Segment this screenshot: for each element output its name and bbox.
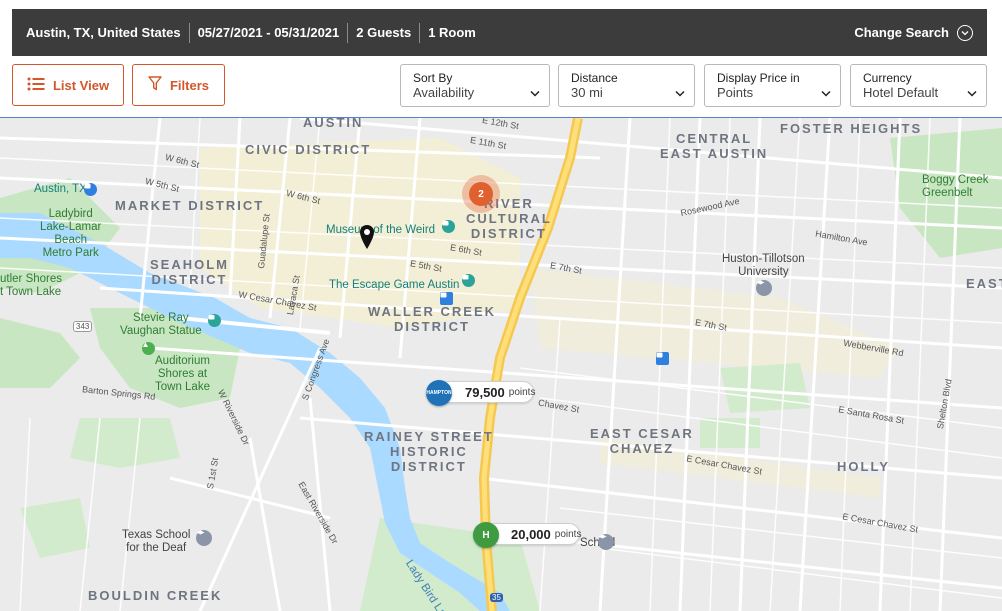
- dropdown-value: Points: [717, 85, 754, 100]
- chevron-down-icon: [957, 24, 973, 41]
- district-label-waller-creek: WALLER CREEK DISTRICT: [368, 304, 496, 334]
- interstate-35-shield: 35: [490, 593, 503, 602]
- divider: [347, 22, 349, 43]
- dropdown-label: Display Price in: [717, 71, 800, 85]
- poi-boggy-creek-greenbelt: Boggy Creek Greenbelt: [922, 174, 989, 199]
- poi-stevie-ray-statue: Stevie Ray Vaughan Statue: [120, 312, 202, 337]
- district-label-east-cesar-chavez: EAST CESAR CHAVEZ: [590, 426, 694, 456]
- poi-museum-of-the-weird: Museum of the Weird: [326, 224, 436, 236]
- results-toolbar: List View Filters Sort By Availability D…: [0, 62, 1002, 118]
- search-location: Austin, TX, United States: [26, 25, 181, 40]
- district-label-civic: CIVIC DISTRICT: [245, 142, 372, 157]
- hotel-brand-label: HAMPTON: [426, 390, 452, 396]
- district-label-rainey-street: RAINEY STREET HISTORIC DISTRICT: [364, 429, 494, 474]
- divider: [419, 22, 421, 43]
- dropdown-label: Currency: [863, 71, 912, 85]
- sort-by-dropdown[interactable]: Sort By Availability: [400, 64, 550, 107]
- bus-icon: [656, 352, 669, 365]
- park-icon: [142, 342, 155, 355]
- district-label-central-east: CENTRAL EAST AUSTIN: [660, 131, 769, 161]
- search-dates: 05/27/2021 - 05/31/2021: [197, 25, 340, 40]
- camera-icon: [442, 220, 455, 233]
- poi-austin-tx-station: Austin, TX: [34, 183, 87, 195]
- poi-butler-shores: utler Shores t Town Lake: [0, 273, 63, 298]
- camera-icon: [208, 314, 221, 327]
- hotel-cluster-marker[interactable]: 2: [462, 175, 500, 213]
- poi-huston-tillotson: Huston-Tillotson University: [722, 253, 805, 278]
- district-label-market: MARKET DISTRICT: [115, 198, 265, 213]
- hotel-brand-label: H: [482, 529, 490, 541]
- display-price-dropdown[interactable]: Display Price in Points: [704, 64, 841, 107]
- change-search-label: Change Search: [854, 25, 949, 40]
- dropdown-label: Sort By: [413, 71, 453, 85]
- chevron-down-icon: [530, 84, 540, 102]
- list-view-label: List View: [52, 77, 110, 93]
- school-icon: [196, 530, 212, 546]
- dropdown-value: Availability: [413, 85, 475, 100]
- chevron-down-icon: [967, 84, 977, 102]
- poi-auditorium-shores: Auditorium Shores at Town Lake: [155, 355, 210, 393]
- poi-ladybird-park: Ladybird Lake-Lamar Beach Metro Park: [40, 208, 102, 259]
- bus-icon: [440, 292, 453, 305]
- list-icon: [27, 77, 45, 94]
- filters-label: Filters: [169, 77, 209, 93]
- hotel-points-unit: points: [554, 528, 582, 540]
- poi-texas-school-for-the-deaf: Texas School for the Deaf: [122, 529, 191, 554]
- list-view-button[interactable]: List View: [12, 64, 124, 106]
- school-icon: [756, 280, 772, 296]
- distance-dropdown[interactable]: Distance 30 mi: [558, 64, 695, 107]
- district-label-holly: HOLLY: [837, 459, 890, 474]
- district-label-foster-heights: FOSTER HEIGHTS: [780, 121, 923, 136]
- map-canvas[interactable]: AUSTIN CIVIC DISTRICT MARKET DISTRICT SE…: [0, 118, 1002, 611]
- divider: [188, 22, 190, 43]
- dropdown-label: Distance: [571, 71, 618, 85]
- search-guests: 2 Guests: [356, 25, 412, 40]
- hotel-price-marker[interactable]: 79,500 points: [438, 381, 536, 403]
- search-summary-bar: Austin, TX, United States 05/27/2021 - 0…: [12, 9, 987, 56]
- chevron-down-icon: [821, 84, 831, 102]
- district-label-east: EAST: [966, 276, 1002, 291]
- hampton-brand-pin-icon[interactable]: HAMPTON: [426, 380, 452, 406]
- route-343-shield: 343: [73, 321, 93, 332]
- poi-escape-game-austin: The Escape Game Austin: [329, 279, 460, 291]
- dropdown-value: Hotel Default: [863, 85, 939, 100]
- dropdown-value: 30 mi: [571, 85, 603, 100]
- currency-dropdown[interactable]: Currency Hotel Default: [850, 64, 987, 107]
- hotel-points-unit: points: [508, 386, 536, 398]
- chevron-down-icon: [675, 84, 685, 102]
- school-icon: [598, 534, 614, 550]
- district-label-bouldin-creek: BOULDIN CREEK: [88, 588, 223, 603]
- hotel-points-value: 20,000: [511, 526, 551, 542]
- search-rooms: 1 Room: [428, 25, 476, 40]
- filters-button[interactable]: Filters: [132, 64, 225, 106]
- filter-icon: [148, 76, 162, 94]
- district-label-austin: AUSTIN: [303, 118, 364, 130]
- change-search-button[interactable]: Change Search: [854, 24, 973, 41]
- hotel-brand-pin-icon[interactable]: H: [473, 522, 499, 548]
- cluster-count: 2: [469, 182, 493, 206]
- train-icon: [84, 183, 97, 196]
- district-label-seaholm: SEAHOLM DISTRICT: [150, 257, 229, 287]
- hotel-points-value: 79,500: [465, 384, 505, 400]
- camera-icon: [462, 274, 475, 287]
